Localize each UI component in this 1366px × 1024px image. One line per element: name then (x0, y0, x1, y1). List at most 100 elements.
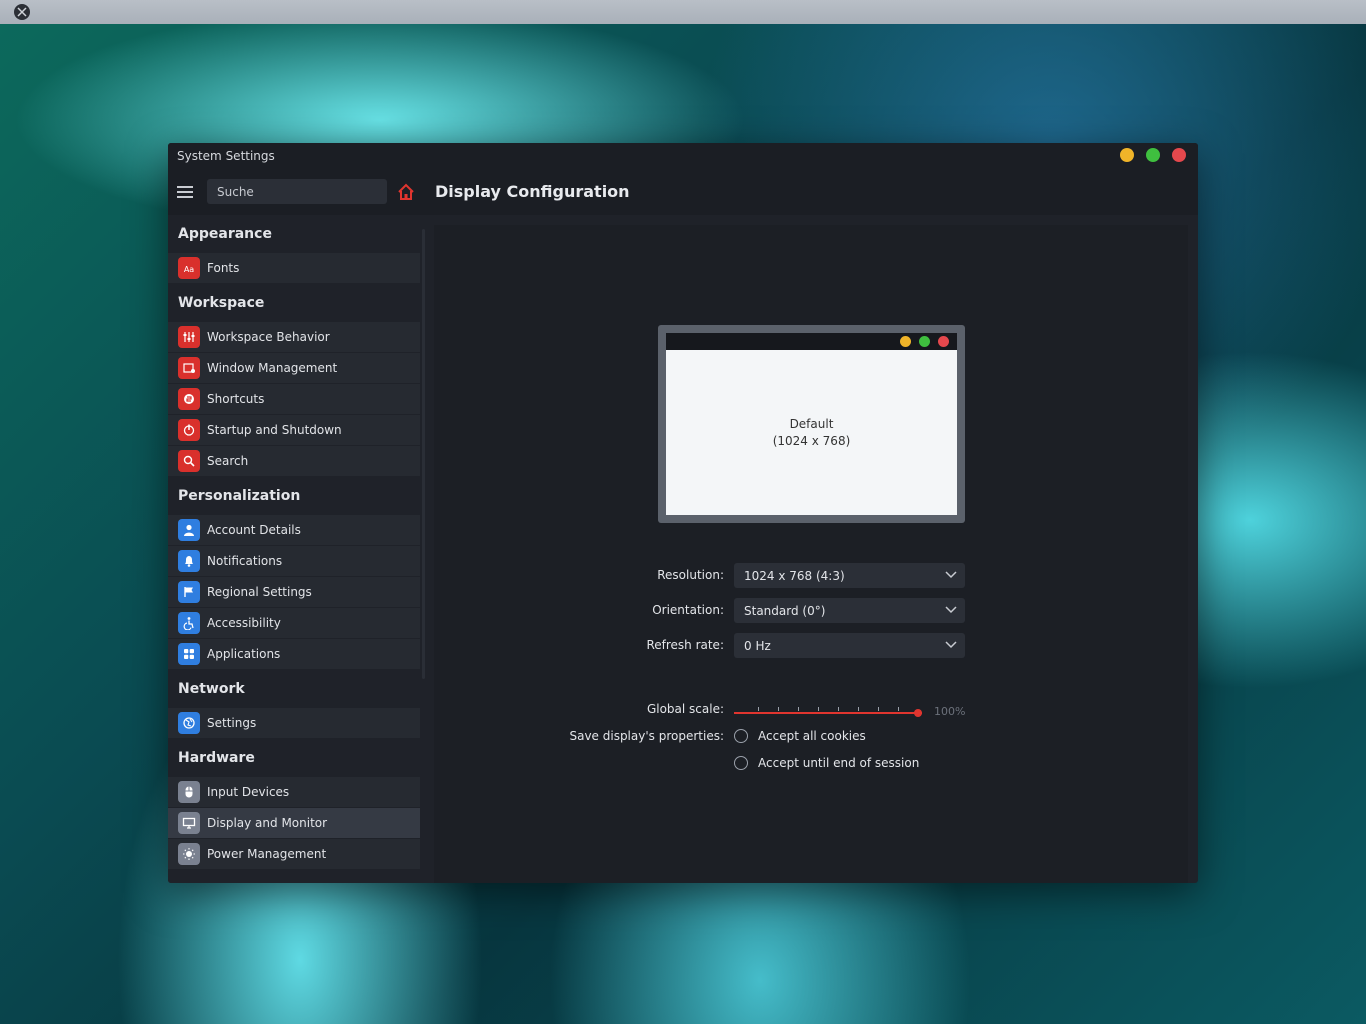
search-input[interactable] (207, 179, 387, 204)
preview-titlebar (666, 333, 957, 350)
sidebar-item-applications[interactable]: Applications (168, 639, 420, 669)
home-icon[interactable] (397, 183, 415, 201)
refresh-rate-label: Refresh rate: (646, 638, 724, 652)
sidebar-item-label: Power Management (207, 847, 327, 861)
slider-tick (758, 707, 759, 711)
slider-tick (778, 707, 779, 711)
svg-text:Aa: Aa (184, 265, 194, 274)
sidebar-item-label: Regional Settings (207, 585, 312, 599)
sidebar-scrollbar[interactable] (422, 229, 425, 679)
sidebar-item-account-details[interactable]: Account Details (168, 515, 420, 545)
sidebar-item-label: Fonts (207, 261, 240, 275)
radio-accept-until-session-end[interactable]: Accept until end of session (734, 756, 919, 770)
resolution-label: Resolution: (657, 568, 724, 582)
slider-track (734, 712, 922, 714)
sidebar-item-search[interactable]: Search (168, 446, 420, 476)
sidebar-item-accessibility[interactable]: Accessibility (168, 608, 420, 638)
radio-button[interactable] (734, 756, 748, 770)
orientation-label: Orientation: (652, 603, 724, 617)
sidebar-section-appearance: Appearance (178, 226, 272, 242)
sidebar-section-hardware: Hardware (178, 750, 255, 766)
sidebar-item-label: Workspace Behavior (207, 330, 330, 344)
sidebar-item-fonts[interactable]: Aa Fonts (168, 253, 420, 283)
sidebar-item-label: Shortcuts (207, 392, 265, 406)
slider-tick (838, 707, 839, 711)
window-gear-icon (178, 357, 200, 379)
sliders-icon (178, 326, 200, 348)
radio-accept-all-cookies[interactable]: Accept all cookies (734, 729, 866, 743)
preview-display-name: Default (789, 416, 834, 431)
save-properties-label: Save display's properties: (569, 729, 724, 743)
hamburger-menu-icon[interactable] (177, 186, 193, 198)
sidebar-item-label: Notifications (207, 554, 283, 568)
refresh-rate-value: 0 Hz (744, 638, 771, 653)
orientation-dropdown[interactable]: Standard (0°) (734, 598, 965, 623)
fonts-icon: Aa (178, 257, 200, 279)
slider-knob[interactable] (914, 709, 922, 717)
refresh-rate-dropdown[interactable]: 0 Hz (734, 633, 965, 658)
minimize-button[interactable] (1120, 148, 1134, 162)
slider-tick (878, 707, 879, 711)
sidebar-item-startup-and-shutdown[interactable]: Startup and Shutdown (168, 415, 420, 445)
sidebar-item-notifications[interactable]: Notifications (168, 546, 420, 576)
sidebar-item-settings[interactable]: Settings (168, 708, 420, 738)
bulb-icon (178, 843, 200, 865)
close-button[interactable] (1172, 148, 1186, 162)
distro-logo-icon[interactable] (14, 4, 30, 20)
maximize-button[interactable] (1146, 148, 1160, 162)
sidebar-item-display-and-monitor[interactable]: Display and Monitor (168, 808, 420, 838)
window-title: System Settings (177, 149, 275, 163)
sidebar-item-window-management[interactable]: Window Management (168, 353, 420, 383)
titlebar[interactable]: System Settings (168, 143, 1198, 169)
sidebar-item-label: Applications (207, 647, 281, 661)
sidebar-section-workspace: Workspace (178, 295, 265, 311)
accessibility-icon (178, 612, 200, 634)
chevron-down-icon (945, 641, 957, 649)
globe-icon (178, 712, 200, 734)
slider-tick (798, 707, 799, 711)
preview-screen: Default (1024 x 768) (666, 350, 957, 515)
preview-minimize-dot (900, 336, 911, 347)
sidebar-item-label: Display and Monitor (207, 816, 328, 830)
sidebar-item-label: Settings (207, 716, 257, 730)
slider-tick (858, 707, 859, 711)
display-preview[interactable]: Default (1024 x 768) (658, 325, 965, 523)
user-icon (178, 519, 200, 541)
sidebar-item-input-devices[interactable]: Input Devices (168, 777, 420, 807)
toolbar: Display Configuration (168, 169, 1198, 215)
sidebar-item-label: Search (207, 454, 249, 468)
sidebar-item-shortcuts[interactable]: Shortcuts (168, 384, 420, 414)
sidebar-item-regional-settings[interactable]: Regional Settings (168, 577, 420, 607)
power-icon (178, 419, 200, 441)
orientation-value: Standard (0°) (744, 603, 826, 618)
sidebar-item-workspace-behavior[interactable]: Workspace Behavior (168, 322, 420, 352)
radio-label: Accept all cookies (758, 729, 866, 743)
resolution-dropdown[interactable]: 1024 x 768 (4:3) (734, 563, 965, 588)
search-icon (178, 450, 200, 472)
radio-button[interactable] (734, 729, 748, 743)
sidebar-item-label: Startup and Shutdown (207, 423, 342, 437)
sidebar-item-label: Accessibility (207, 616, 281, 630)
system-settings-window: System Settings Display Configuration Ap… (168, 143, 1198, 883)
shortcut-icon (178, 388, 200, 410)
sidebar: Appearance Aa Fonts Workspace Workspace Beha… (168, 215, 420, 883)
bell-icon (178, 550, 200, 572)
global-scale-slider[interactable] (734, 707, 922, 719)
sidebar-section-network: Network (178, 681, 245, 697)
resolution-value: 1024 x 768 (4:3) (744, 568, 845, 583)
chevron-down-icon (945, 606, 957, 614)
chevron-down-icon (945, 571, 957, 579)
mouse-icon (178, 781, 200, 803)
sidebar-item-label: Input Devices (207, 785, 290, 799)
sidebar-item-power-management[interactable]: Power Management (168, 839, 420, 869)
global-scale-value: 100% (934, 705, 966, 718)
radio-label: Accept until end of session (758, 756, 920, 770)
sidebar-section-personalization: Personalization (178, 488, 301, 504)
slider-tick (818, 707, 819, 711)
global-scale-label: Global scale: (646, 702, 724, 716)
display-configuration-panel: Default (1024 x 768) Resolution: 1024 x … (434, 225, 1188, 883)
sidebar-item-label: Window Management (207, 361, 338, 375)
page-title: Display Configuration (435, 182, 630, 201)
flag-icon (178, 581, 200, 603)
sidebar-item-label: Account Details (207, 523, 301, 537)
